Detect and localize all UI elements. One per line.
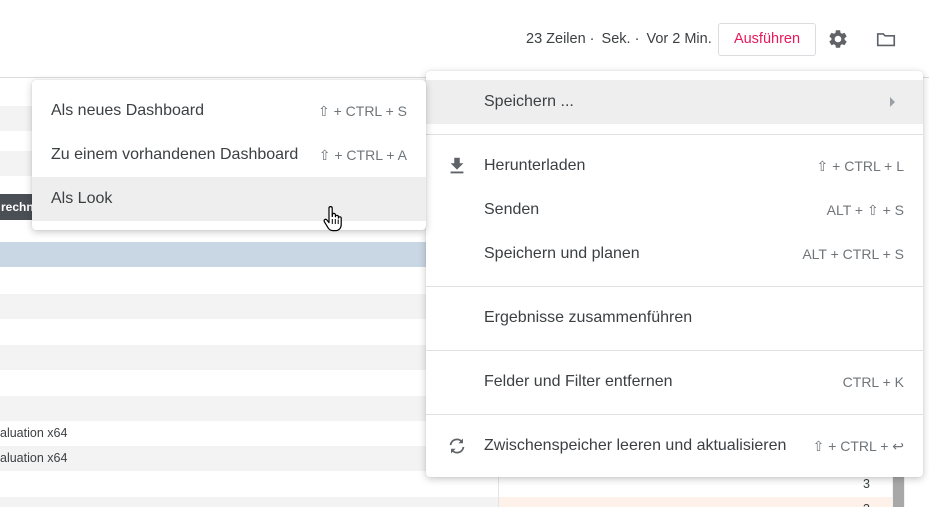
menu-item-download[interactable]: Herunterladen ⇧ + CTRL + L [426, 144, 923, 188]
menu-item-label: Speichern ... [484, 93, 574, 110]
table-row [0, 294, 498, 319]
table-cell: aluation x64 [0, 451, 68, 465]
menu-item-merge-results[interactable]: Ergebnisse zusammenführen [426, 296, 923, 340]
settings-menu: Speichern ... Herunterladen ⇧ + CTRL + L… [426, 71, 923, 477]
table-row [0, 497, 498, 507]
chevron-right-icon [890, 97, 895, 107]
menu-item-clear-cache[interactable]: Zwischenspeicher leeren und aktualisiere… [426, 424, 923, 468]
menu-item-save-and-schedule[interactable]: Speichern und planen ALT + CTRL + S [426, 232, 923, 276]
query-meta: 23 Zeilen · Sek. · Vor 2 Min. [526, 31, 715, 47]
column-header-chip[interactable]: rechn [0, 194, 34, 220]
table-row [0, 345, 498, 370]
menu-item-label: Senden [484, 201, 540, 218]
row-count: 23 Zeilen · [526, 31, 595, 47]
menu-shortcut: ⇧ + CTRL + L [816, 157, 904, 174]
menu-item-label: Speichern und planen [484, 245, 640, 262]
table-row: aluation x64 [0, 446, 498, 471]
table-cell: aluation x64 [0, 426, 68, 440]
menu-divider [426, 286, 923, 287]
menu-divider [426, 414, 923, 415]
hand-pointer-icon [323, 206, 342, 232]
menu-item-label: Zwischenspeicher leeren und aktualisiere… [484, 437, 787, 454]
gear-icon[interactable] [825, 26, 851, 52]
menu-item-label: Als neues Dashboard [51, 102, 204, 119]
download-icon [450, 157, 464, 174]
menu-item-label: Als Look [51, 190, 113, 207]
submenu-item-as-look[interactable]: Als Look [32, 177, 426, 221]
menu-item-label: Ergebnisse zusammenführen [484, 309, 693, 326]
menu-shortcut: CTRL + K [842, 374, 904, 390]
run-button[interactable]: Ausführen [718, 23, 816, 56]
menu-item-label: Felder und Filter entfernen [484, 373, 673, 390]
menu-item-label: Zu einem vorhandenen Dashboard [51, 146, 299, 163]
menu-item-remove-fields[interactable]: Felder und Filter entfernen CTRL + K [426, 360, 923, 404]
submenu-item-existing-dashboard[interactable]: Zu einem vorhandenen Dashboard ⇧ + CTRL … [32, 133, 426, 177]
query-duration: Sek. · [601, 31, 640, 47]
folder-icon[interactable] [873, 26, 899, 52]
menu-shortcut: ALT + ⇧ + S [826, 201, 904, 218]
menu-shortcut: ⇧ + CTRL + ↩ [812, 437, 904, 454]
menu-item-label: Herunterladen [484, 157, 586, 174]
menu-shortcut: ⇧ + CTRL + A [318, 146, 407, 163]
refresh-icon [449, 438, 465, 454]
table-cell: 3 [499, 497, 892, 507]
submenu-item-new-dashboard[interactable]: Als neues Dashboard ⇧ + CTRL + S [32, 89, 426, 133]
menu-item-send[interactable]: Senden ALT + ⇧ + S [426, 188, 923, 232]
scrollbar-thumb[interactable] [893, 474, 904, 507]
save-submenu: Als neues Dashboard ⇧ + CTRL + S Zu eine… [32, 80, 426, 230]
menu-shortcut: ⇧ + CTRL + S [317, 102, 407, 119]
query-age: Vor 2 Min. [646, 31, 712, 47]
menu-shortcut: ALT + CTRL + S [802, 246, 904, 262]
explore-toolbar: 23 Zeilen · Sek. · Vor 2 Min. Ausführen [0, 0, 929, 78]
menu-divider [426, 134, 923, 135]
table-row: aluation x64 [0, 421, 498, 446]
menu-divider [426, 350, 923, 351]
table-row-selected [0, 242, 498, 267]
table-row [0, 396, 498, 421]
menu-item-save[interactable]: Speichern ... [426, 80, 923, 124]
